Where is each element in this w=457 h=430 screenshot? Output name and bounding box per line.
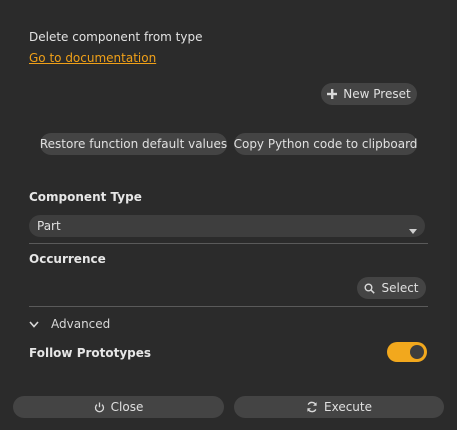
follow-prototypes-label: Follow Prototypes <box>29 346 152 360</box>
occurrence-label: Occurrence <box>29 252 106 266</box>
select-label: Select <box>381 281 419 295</box>
new-preset-label: New Preset <box>343 87 411 101</box>
plus-icon <box>327 89 338 99</box>
copy-python-code-button[interactable]: Copy Python code to clipboard <box>234 133 417 155</box>
execute-label: Execute <box>324 400 372 414</box>
component-type-select[interactable]: Part <box>29 215 425 237</box>
power-icon <box>94 402 105 413</box>
execute-button[interactable]: Execute <box>234 396 444 418</box>
advanced-section-toggle[interactable]: Advanced <box>29 317 110 331</box>
divider <box>29 243 428 244</box>
restore-defaults-button[interactable]: Restore function default values <box>40 133 227 155</box>
close-label: Close <box>110 400 144 414</box>
advanced-label: Advanced <box>51 317 111 331</box>
new-preset-button[interactable]: New Preset <box>321 83 417 105</box>
delete-component-dialog: Delete component from type Go to documen… <box>0 0 457 430</box>
toggle-knob <box>410 345 424 359</box>
documentation-link[interactable]: Go to documentation <box>29 51 156 65</box>
dropdown-caret-icon <box>409 223 417 237</box>
divider <box>29 306 428 307</box>
follow-prototypes-toggle[interactable] <box>387 342 427 362</box>
chevron-down-icon <box>29 318 43 330</box>
component-type-value: Part <box>37 219 61 233</box>
search-icon <box>364 283 376 294</box>
refresh-icon <box>306 401 318 413</box>
close-button[interactable]: Close <box>13 396 224 418</box>
occurrence-select-button[interactable]: Select <box>357 277 426 299</box>
component-type-label: Component Type <box>29 190 142 204</box>
function-description: Delete component from type <box>29 30 203 44</box>
